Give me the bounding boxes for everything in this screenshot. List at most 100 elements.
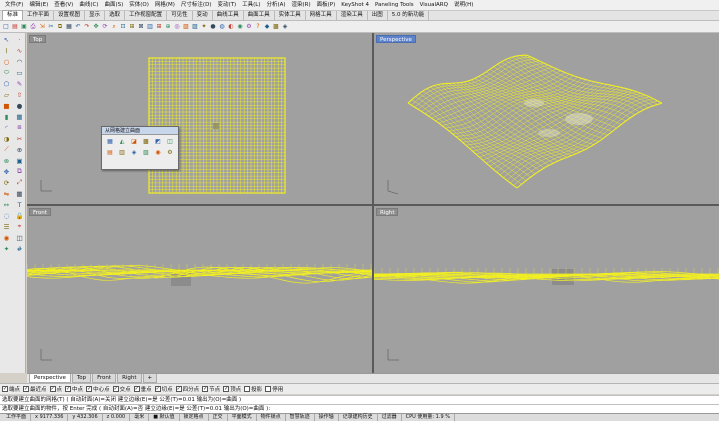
four-view-icon[interactable]: ⊞ — [155, 23, 163, 31]
dimension-icon[interactable]: ↔ — [1, 200, 12, 209]
join-icon[interactable]: ⊕ — [14, 145, 25, 154]
explode-icon[interactable]: ⊗ — [1, 156, 12, 165]
polyline-icon[interactable]: ⌇ — [1, 46, 12, 55]
sweep-icon[interactable]: ◫ — [165, 137, 175, 146]
print-icon[interactable]: ⎙ — [29, 23, 37, 31]
menu-item[interactable]: 网格(M) — [152, 0, 178, 10]
osnap-option[interactable]: ✓ 中点 — [65, 385, 83, 393]
osnap-checkbox[interactable] — [244, 386, 251, 392]
point-icon[interactable]: · — [14, 35, 25, 44]
mesh-icon[interactable]: ▦ — [14, 112, 25, 121]
menu-item[interactable]: 文件(F) — [2, 0, 26, 10]
viewport-right[interactable]: Right — [374, 206, 719, 373]
viewport-title-top[interactable]: Top — [29, 35, 47, 43]
osnap-option[interactable]: 投影 — [244, 385, 262, 393]
circle-icon[interactable]: ○ — [1, 57, 12, 66]
box-icon[interactable]: ■ — [1, 101, 12, 110]
rotate-icon[interactable]: ⟳ — [1, 178, 12, 187]
rectangle-icon[interactable]: ▭ — [14, 68, 25, 77]
status-field[interactable]: 平面模式 — [228, 414, 257, 421]
extrude-icon[interactable]: ⇧ — [14, 90, 25, 99]
toolbar-tab[interactable]: 标准 — [2, 10, 24, 20]
menu-item[interactable]: 尺寸标注(D) — [178, 0, 215, 10]
layer-icon[interactable]: ☰ — [1, 222, 12, 231]
properties-icon[interactable]: ▨ — [191, 23, 199, 31]
render-preview-icon[interactable]: ◐ — [227, 23, 235, 31]
copy-icon[interactable]: ⧉ — [56, 23, 64, 31]
menu-item[interactable]: KeyShot 4 — [338, 0, 372, 10]
fillet-icon[interactable]: ◜ — [1, 123, 12, 132]
viewport-top[interactable]: Top — [27, 33, 372, 204]
status-field[interactable]: 锁定格点 — [180, 414, 209, 421]
toolbar-tab[interactable]: 出图 — [368, 11, 388, 20]
menu-item[interactable]: 分析(A) — [263, 0, 288, 10]
status-field[interactable]: 智慧轨迹 — [286, 414, 315, 421]
toolbar-tab[interactable]: 可见性 — [167, 11, 193, 20]
ellipse-icon[interactable]: ⬭ — [1, 68, 12, 77]
freeform-icon[interactable]: ✎ — [14, 79, 25, 88]
viewport-title-front[interactable]: Front — [29, 208, 51, 216]
viewport-tab[interactable]: Perspective — [29, 374, 71, 383]
options-icon[interactable]: ⚙ — [245, 23, 253, 31]
move-icon[interactable]: ✥ — [1, 167, 12, 176]
cylinder-icon[interactable]: ▮ — [1, 112, 12, 121]
osnap-option[interactable]: ✓ 最近点 — [23, 385, 47, 393]
patch-icon[interactable]: ◪ — [129, 137, 139, 146]
viewport-tab[interactable]: Right — [117, 374, 142, 383]
osnap-option[interactable]: ✓ 中心点 — [86, 385, 110, 393]
network-srf-icon[interactable]: ▩ — [141, 137, 151, 146]
osnap-option[interactable]: 停用 — [265, 385, 283, 393]
osnap-checkbox[interactable]: ✓ — [202, 386, 209, 392]
select-icon[interactable]: ↖ — [1, 35, 12, 44]
zoom-window-icon[interactable]: ⊡ — [119, 23, 127, 31]
menu-item[interactable]: 曲面(S) — [101, 0, 126, 10]
osnap-option[interactable]: ✓ 切点 — [154, 385, 173, 393]
layer-icon[interactable]: ▧ — [182, 23, 190, 31]
mirror-icon[interactable]: ⇋ — [1, 189, 12, 198]
save-icon[interactable]: ▣ — [20, 23, 28, 31]
sphere-icon[interactable]: ● — [14, 101, 25, 110]
toolbar-tab[interactable]: 曲线工具 — [213, 11, 244, 20]
osnap-checkbox[interactable] — [265, 386, 272, 392]
heightfield-icon[interactable]: ▧ — [141, 148, 151, 157]
open-icon[interactable]: ▤ — [11, 23, 19, 31]
keyshot-icon[interactable]: ◆ — [263, 23, 271, 31]
surface-icon[interactable]: ▱ — [1, 90, 12, 99]
extract-icon[interactable]: ◉ — [153, 148, 163, 157]
grid-icon[interactable]: # — [14, 244, 25, 253]
viewport-front[interactable]: Front — [27, 206, 372, 373]
status-field[interactable]: CPU 使用量: 1.9 % — [402, 414, 455, 421]
rotate-icon[interactable]: ⟳ — [101, 23, 109, 31]
drape-icon[interactable]: ◭ — [117, 137, 127, 146]
offset-icon[interactable]: ⧈ — [14, 123, 25, 132]
visualarq-icon[interactable]: ◈ — [281, 23, 289, 31]
menu-item[interactable]: 查看(V) — [51, 0, 76, 10]
polygon-icon[interactable]: ⬠ — [1, 79, 12, 88]
osnap-option[interactable]: ✓ 节点 — [202, 385, 220, 393]
status-field[interactable]: 操作轴 — [315, 414, 339, 421]
zoom-icon[interactable]: ⌕ — [110, 23, 118, 31]
text-icon[interactable]: T — [14, 200, 25, 209]
split-icon[interactable]: ✂ — [14, 134, 25, 143]
help-icon[interactable]: ? — [254, 23, 262, 31]
cut-icon[interactable]: ✂ — [47, 23, 55, 31]
toolbar-tab[interactable]: 设置视图 — [54, 11, 86, 20]
osnap-icon[interactable]: ◎ — [173, 23, 181, 31]
mesh-to-nurbs-icon[interactable]: ▦ — [105, 137, 115, 146]
menu-item[interactable]: 变动(T) — [214, 0, 239, 10]
toolbar-tab[interactable]: 曲面工具 — [244, 11, 275, 20]
light-icon[interactable]: ✦ — [200, 23, 208, 31]
osnap-checkbox[interactable]: ✓ — [154, 386, 161, 392]
boolean-icon[interactable]: ◑ — [1, 134, 12, 143]
toolbar-tab[interactable]: 工作视窗配置 — [125, 11, 168, 20]
viewport-title-right[interactable]: Right — [376, 208, 399, 216]
construction-plane-icon[interactable]: ⊕ — [164, 23, 172, 31]
zoom-extents-icon[interactable]: ⊞ — [128, 23, 136, 31]
floating-toolbar-surface-from-mesh[interactable]: 从网格建立曲面 ▦ ◭ ◪ ▩ ◩ ◫ ▤ ▥ ◈ ▧ ◉ ⚙ — [101, 126, 179, 170]
toolbar-tab[interactable]: 变动 — [193, 11, 213, 20]
viewport-tab[interactable]: + — [142, 374, 158, 383]
menu-item[interactable]: 编辑(E) — [26, 0, 51, 10]
osnap-option[interactable]: ✓ 端点 — [2, 385, 20, 393]
zoom-selected-icon[interactable]: ⊠ — [137, 23, 145, 31]
sphere-icon[interactable]: ◉ — [236, 23, 244, 31]
